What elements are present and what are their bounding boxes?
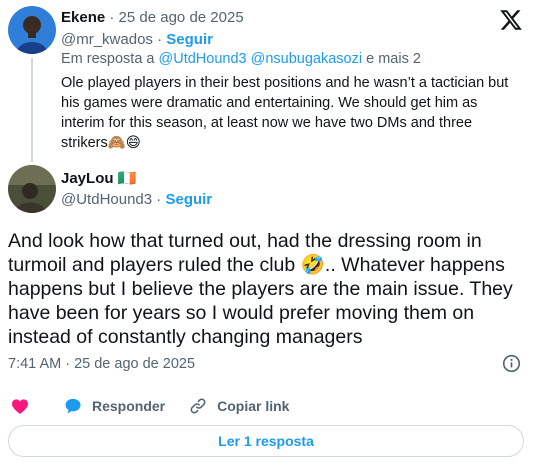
info-icon[interactable] [502,354,521,373]
parent-author-name[interactable]: Ekene [61,9,105,26]
parent-tweet-header: Ekene · 25 de ago de 2025 [61,9,244,26]
main-author-name-row: JayLou 🇮🇪 [61,169,136,187]
like-button[interactable] [10,396,30,416]
main-handle-row: @UtdHound3 · Seguir [61,191,212,208]
separator-dot: · [152,31,167,48]
main-author-handle[interactable]: @UtdHound3 [61,191,152,208]
parent-handle-row: @mr_kwados · Seguir [61,31,213,48]
parent-author-avatar[interactable] [8,6,56,54]
main-tweet-text: And look how that turned out, had the dr… [8,230,513,348]
reply-button[interactable]: Responder [63,396,165,416]
reply-label: Responder [92,398,166,414]
read-replies-button[interactable]: Ler 1 resposta [8,425,524,457]
thread-connector-line [31,58,33,162]
reply-suffix[interactable]: e mais 2 [362,51,421,67]
copy-link-button[interactable]: Copiar link [188,396,289,416]
separator-dot: · [152,191,166,208]
parent-tweet-date[interactable]: 25 de ago de 2025 [119,9,244,26]
main-author-avatar[interactable] [8,165,56,213]
read-replies-label: Ler 1 resposta [218,433,314,449]
parent-follow-button[interactable]: Seguir [166,31,213,48]
reply-context: Em resposta a @UtdHound3 @nsubugakasozi … [61,51,421,67]
tweet-actions: Responder Copiar link [10,395,289,417]
separator-dot: · [105,9,119,26]
copy-link-label: Copiar link [217,398,290,414]
main-follow-button[interactable]: Seguir [165,191,212,208]
link-icon [188,396,208,416]
x-logo-icon[interactable] [499,8,523,32]
tweet-timestamp[interactable]: 7:41 AM · 25 de ago de 2025 [8,356,195,372]
reply-mentions[interactable]: @UtdHound3 @nsubugakasozi [159,51,363,67]
main-author-name[interactable]: JayLou [61,170,114,187]
parent-author-handle[interactable]: @mr_kwados [61,31,153,48]
parent-tweet-text: Ole played players in their best positio… [61,75,509,151]
heart-icon [10,396,30,416]
speech-bubble-icon [63,396,83,416]
ireland-flag-icon: 🇮🇪 [117,170,137,187]
reply-prefix: Em resposta a [61,51,159,67]
